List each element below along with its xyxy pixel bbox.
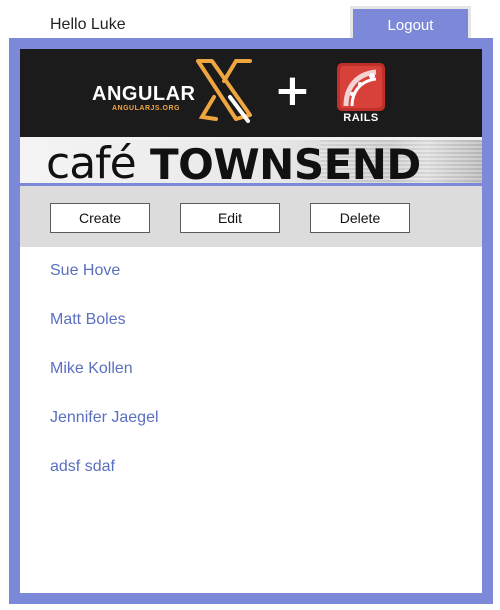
edit-button[interactable]: Edit xyxy=(180,203,280,233)
rails-logo-text: RAILS xyxy=(343,112,379,124)
angular-logo-text: ANGULAR xyxy=(92,83,196,105)
employee-item[interactable]: Mike Kollen xyxy=(50,360,159,409)
employee-list: Sue Hove Matt Boles Mike Kollen Jennifer… xyxy=(50,262,159,507)
angular-logo-subtext: ANGULARJS.ORG xyxy=(112,105,180,112)
employee-item[interactable]: Jennifer Jaegel xyxy=(50,409,159,458)
cafe-townsend-banner: café TOWNSEND xyxy=(20,137,482,183)
rails-icon xyxy=(337,63,385,111)
logo-banner: ANGULAR ANGULARJS.ORG + RAILS xyxy=(20,49,482,137)
cafe-text: café xyxy=(46,138,137,183)
employee-item[interactable]: Matt Boles xyxy=(50,311,159,360)
app-frame: ANGULAR ANGULARJS.ORG + RAILS café TOWNS… xyxy=(9,38,493,604)
logout-button[interactable]: Logout xyxy=(350,6,471,42)
create-button[interactable]: Create xyxy=(50,203,150,233)
townsend-text: TOWNSEND xyxy=(150,140,421,183)
angular-x-icon xyxy=(196,59,252,123)
action-toolbar: Create Edit Delete xyxy=(20,186,482,247)
greeting-text: Hello Luke xyxy=(50,16,126,33)
delete-button[interactable]: Delete xyxy=(310,203,410,233)
employee-item[interactable]: Sue Hove xyxy=(50,262,159,311)
employee-item[interactable]: adsf sdaf xyxy=(50,458,159,507)
angular-logo: ANGULAR ANGULARJS.ORG xyxy=(90,57,260,127)
plus-sign: + xyxy=(274,65,311,116)
rails-logo: RAILS xyxy=(336,62,386,128)
